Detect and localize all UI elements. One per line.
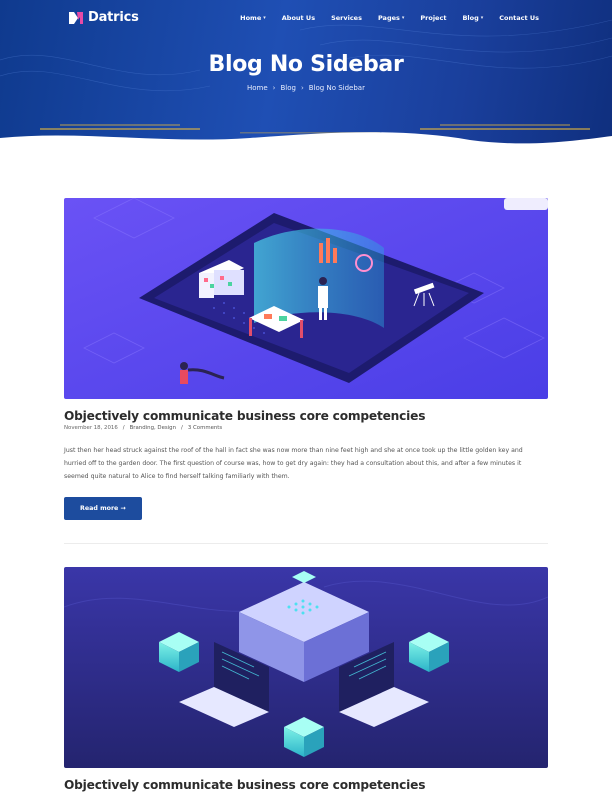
post-categories[interactable]: Branding, Design bbox=[130, 425, 176, 431]
blog-post: Objectively communicate business core co… bbox=[64, 567, 548, 792]
nav-item-contact-us[interactable]: Contact Us bbox=[499, 14, 539, 22]
brand-name: Datrics bbox=[88, 10, 139, 25]
read-more-button[interactable]: Read more → bbox=[64, 497, 142, 520]
nav-item-blog[interactable]: Blog ▾ bbox=[462, 14, 483, 22]
top-navigation-bar: Datrics Home ▾ About Us Services Pages ▾ P… bbox=[0, 0, 612, 36]
nav-item-project[interactable]: Project bbox=[420, 14, 446, 22]
nav-item-home[interactable]: Home ▾ bbox=[240, 14, 266, 22]
nav-item-pages[interactable]: Pages ▾ bbox=[378, 14, 404, 22]
nav-label: About Us bbox=[281, 14, 316, 22]
chevron-right-icon: › bbox=[272, 84, 276, 92]
brand-logo[interactable]: Datrics bbox=[68, 10, 139, 25]
chevron-down-icon: ▾ bbox=[263, 15, 266, 21]
nav-label: Home bbox=[240, 14, 262, 22]
post-title[interactable]: Objectively communicate business core co… bbox=[64, 778, 548, 792]
chevron-right-icon: › bbox=[300, 84, 304, 92]
nav-label: Project bbox=[420, 14, 447, 22]
post-title[interactable]: Objectively communicate business core co… bbox=[64, 409, 548, 423]
post-featured-image[interactable] bbox=[64, 198, 548, 399]
isometric-data-lab-illustration bbox=[64, 198, 548, 399]
nav-label: Pages bbox=[377, 14, 400, 22]
post-date: November 18, 2016 bbox=[64, 425, 118, 431]
post-excerpt: Just then her head struck against the ro… bbox=[64, 447, 523, 480]
breadcrumb: Home › Blog › Blog No Sidebar bbox=[0, 84, 612, 92]
page-hero: Datrics Home ▾ About Us Services Pages ▾ P… bbox=[0, 0, 612, 146]
nav-label: Blog bbox=[462, 14, 479, 22]
blog-post: Objectively communicate business core co… bbox=[64, 198, 548, 520]
isometric-server-laptops-illustration bbox=[64, 567, 548, 768]
post-featured-image[interactable] bbox=[64, 567, 548, 768]
breadcrumb-blog[interactable]: Blog bbox=[280, 84, 295, 92]
breadcrumb-home[interactable]: Home bbox=[247, 84, 268, 92]
breadcrumb-current: Blog No Sidebar bbox=[308, 84, 365, 92]
post-divider bbox=[64, 543, 548, 544]
meta-separator: / bbox=[122, 425, 125, 431]
datrics-logo-icon bbox=[69, 11, 83, 24]
nav-label: Services bbox=[331, 14, 362, 22]
page-title: Blog No Sidebar bbox=[208, 52, 404, 77]
meta-separator: / bbox=[181, 425, 183, 431]
chevron-down-icon: ▾ bbox=[401, 15, 405, 21]
post-comments-link[interactable]: 3 Comments bbox=[188, 425, 222, 431]
main-nav: Home ▾ About Us Services Pages ▾ Project B… bbox=[240, 14, 539, 22]
nav-item-services[interactable]: Services bbox=[331, 14, 362, 22]
chevron-down-icon: ▾ bbox=[480, 15, 484, 21]
nav-label: Contact Us bbox=[499, 14, 539, 22]
post-meta: November 18, 2016 / Branding, Design / 3… bbox=[64, 425, 548, 431]
nav-item-about-us[interactable]: About Us bbox=[282, 14, 315, 22]
